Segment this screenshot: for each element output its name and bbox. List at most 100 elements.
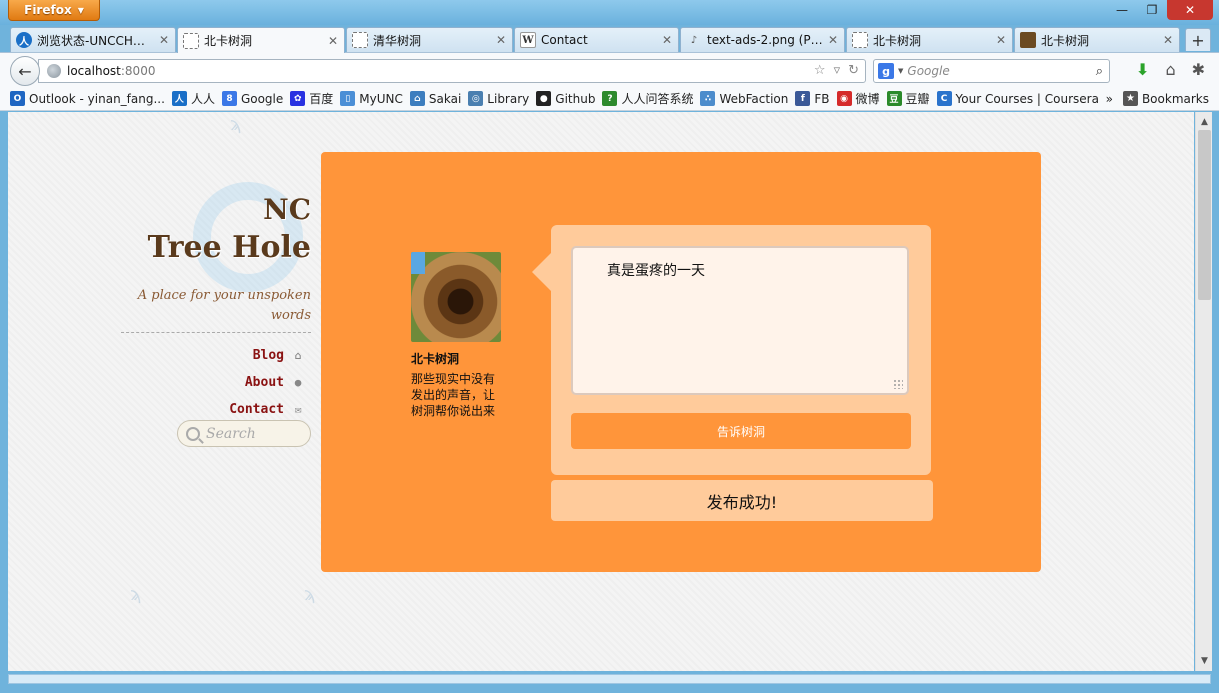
bookmark-item[interactable]: ▯ MyUNC — [340, 91, 403, 106]
bookmark-label: 微博 — [855, 92, 880, 106]
bookmark-item[interactable]: ◉ 微博 — [836, 90, 880, 107]
weibo-icon: ◉ — [836, 91, 852, 106]
history-dropdown-icon[interactable]: ▿ — [834, 63, 841, 78]
bookmarks-menu-button[interactable]: ★ Bookmarks — [1122, 91, 1209, 106]
bookmark-item[interactable]: ∴ WebFaction — [700, 91, 788, 106]
site-search-placeholder: Search — [206, 425, 256, 442]
message-textarea[interactable]: 真是蛋疼的一天 — [571, 246, 909, 395]
close-tab-icon[interactable]: ✕ — [996, 33, 1006, 47]
minimize-icon[interactable]: — — [1107, 0, 1137, 20]
nav-link-contact[interactable]: Contact ✉ — [229, 396, 304, 423]
close-tab-icon[interactable]: ✕ — [328, 34, 338, 48]
tab-label: Contact — [541, 33, 588, 47]
w-icon: W — [520, 32, 536, 48]
scroll-down-icon[interactable]: ▼ — [1196, 653, 1213, 669]
web-search-box[interactable]: g ▼ Google ⌕ — [873, 59, 1110, 83]
close-tab-icon[interactable]: ✕ — [1163, 33, 1173, 47]
sakai-icon: ⌂ — [409, 91, 425, 106]
site-search-input[interactable]: Search — [177, 420, 311, 447]
tree-hole-icon — [1020, 32, 1036, 48]
profile-description: 那些现实中没有发出的声音，让树洞帮你说出来 — [411, 372, 496, 418]
window-controls: — ❐ ✕ — [1107, 0, 1213, 20]
tab-nc-tree-hole-3[interactable]: 北卡树洞 ✕ — [1014, 27, 1180, 52]
bookmark-label: 人人问答系统 — [621, 92, 694, 106]
bookmark-item[interactable]: 豆豆瓣 — [886, 90, 930, 107]
bookmark-item[interactable]: ● Github — [536, 91, 595, 106]
message-text: 真是蛋疼的一天 — [607, 263, 705, 279]
home-icon[interactable]: ⌂ — [1165, 60, 1175, 79]
maximize-icon[interactable]: ❐ — [1137, 0, 1167, 20]
close-tab-icon[interactable]: ✕ — [496, 33, 506, 47]
bookmarks-overflow: » ★ Bookmarks — [1106, 91, 1209, 106]
close-tab-icon[interactable]: ✕ — [828, 33, 838, 47]
speech-bubble-arrow — [532, 252, 552, 292]
renren-icon: 人 — [16, 32, 32, 48]
url-bar[interactable]: localhost:8000 ☆ ▿ ↻ — [38, 59, 866, 83]
tab-nc-tree-hole-active[interactable]: 北卡树洞 ✕ — [177, 27, 345, 53]
nav-link-about[interactable]: About ● — [229, 369, 304, 396]
bookmark-label: 百度 — [309, 92, 334, 106]
bookmark-star-icon[interactable]: ☆ — [814, 63, 826, 78]
engine-dropdown-icon[interactable]: ▼ — [898, 67, 903, 75]
close-tab-icon[interactable]: ✕ — [662, 33, 672, 47]
google-icon: g — [878, 63, 894, 79]
download-icon[interactable]: ⬇ — [1136, 60, 1149, 79]
new-tab-button[interactable]: + — [1185, 28, 1211, 51]
window-titlebar: Firefox ▼ — ❐ ✕ — [0, 0, 1219, 25]
close-tab-icon[interactable]: ✕ — [159, 33, 169, 47]
bookmark-item[interactable]: C Your Courses | Coursera — [936, 91, 1099, 106]
tab-contact[interactable]: W Contact ✕ — [514, 27, 679, 52]
firefox-menu-button[interactable]: Firefox ▼ — [8, 0, 100, 21]
scroll-up-icon[interactable]: ▲ — [1196, 114, 1213, 130]
tell-tree-hole-button[interactable]: 告诉树洞 — [571, 413, 911, 449]
tab-label: 清华树洞 — [373, 33, 422, 48]
resize-grip-icon[interactable] — [893, 379, 903, 389]
back-arrow-icon: ← — [18, 61, 32, 81]
bookmarks-menu-label: Bookmarks — [1141, 91, 1209, 106]
bookmark-item[interactable]: 8 Google — [221, 91, 284, 106]
bookmark-item[interactable]: ? 人人问答系统 — [602, 90, 693, 107]
bookmark-item[interactable]: ✿ 百度 — [290, 90, 333, 107]
reload-icon[interactable]: ↻ — [848, 63, 859, 78]
scroll-thumb[interactable] — [1198, 130, 1211, 300]
site-tagline: A place for your unspoken words — [137, 288, 311, 323]
bookmark-item[interactable]: ⌂ Sakai — [409, 91, 462, 106]
bookmark-item[interactable]: O Outlook - yinan_fang... — [10, 91, 165, 106]
nav-link-label: Blog — [252, 348, 284, 363]
success-banner: 发布成功! — [551, 480, 933, 521]
blank-page-icon — [352, 32, 368, 48]
bookmark-label: 豆瓣 — [905, 92, 930, 106]
vertical-scrollbar[interactable]: ▲ ▼ — [1195, 112, 1212, 671]
blank-page-icon — [183, 32, 199, 49]
renren-icon: 人 — [171, 91, 187, 106]
tree-hole-avatar — [411, 252, 501, 342]
myunc-icon: ▯ — [340, 91, 356, 106]
compose-bubble: 真是蛋疼的一天 告诉树洞 — [551, 225, 931, 475]
user-icon: ● — [294, 376, 302, 389]
bookmark-item[interactable]: ◎ Library — [468, 91, 529, 106]
outlook-icon: O — [10, 91, 25, 106]
tab-nc-tree-hole-2[interactable]: 北卡树洞 ✕ — [846, 27, 1013, 52]
globe-icon — [47, 64, 61, 78]
bookmark-label: Google — [240, 91, 284, 106]
tab-label: 北卡树洞 — [204, 34, 253, 48]
site-brand[interactable]: NC Tree Hole — [148, 192, 311, 268]
nav-link-blog[interactable]: Blog ⌂ — [229, 342, 304, 369]
tab-text-ads-png[interactable]: ♪ text-ads-2.png (PNG I... ✕ — [680, 27, 845, 52]
bookmark-label: Github — [555, 91, 596, 106]
library-icon: ◎ — [468, 91, 484, 106]
tab-tsinghua-tree-hole[interactable]: 清华树洞 ✕ — [346, 27, 513, 52]
search-icon[interactable]: ⌕ — [1096, 64, 1103, 79]
back-button[interactable]: ← — [10, 56, 40, 86]
addon-puzzle-icon[interactable]: ✱ — [1192, 60, 1205, 79]
bookmark-item[interactable]: 人人人 — [171, 90, 215, 107]
tab-uncch-status[interactable]: 人 浏览状态-UNCCH树... ✕ — [10, 27, 176, 52]
bookmark-item[interactable]: f FB — [795, 91, 830, 106]
bookmark-label: Sakai — [428, 91, 462, 106]
horizontal-scrollbar[interactable] — [8, 674, 1211, 684]
tab-label: 浏览状态-UNCCH树... — [37, 33, 154, 48]
url-host: localhost — [67, 64, 121, 78]
baidu-paw-icon: ✿ — [290, 91, 306, 106]
close-window-icon[interactable]: ✕ — [1167, 0, 1213, 20]
bookmarks-chevron[interactable]: » — [1106, 92, 1113, 106]
